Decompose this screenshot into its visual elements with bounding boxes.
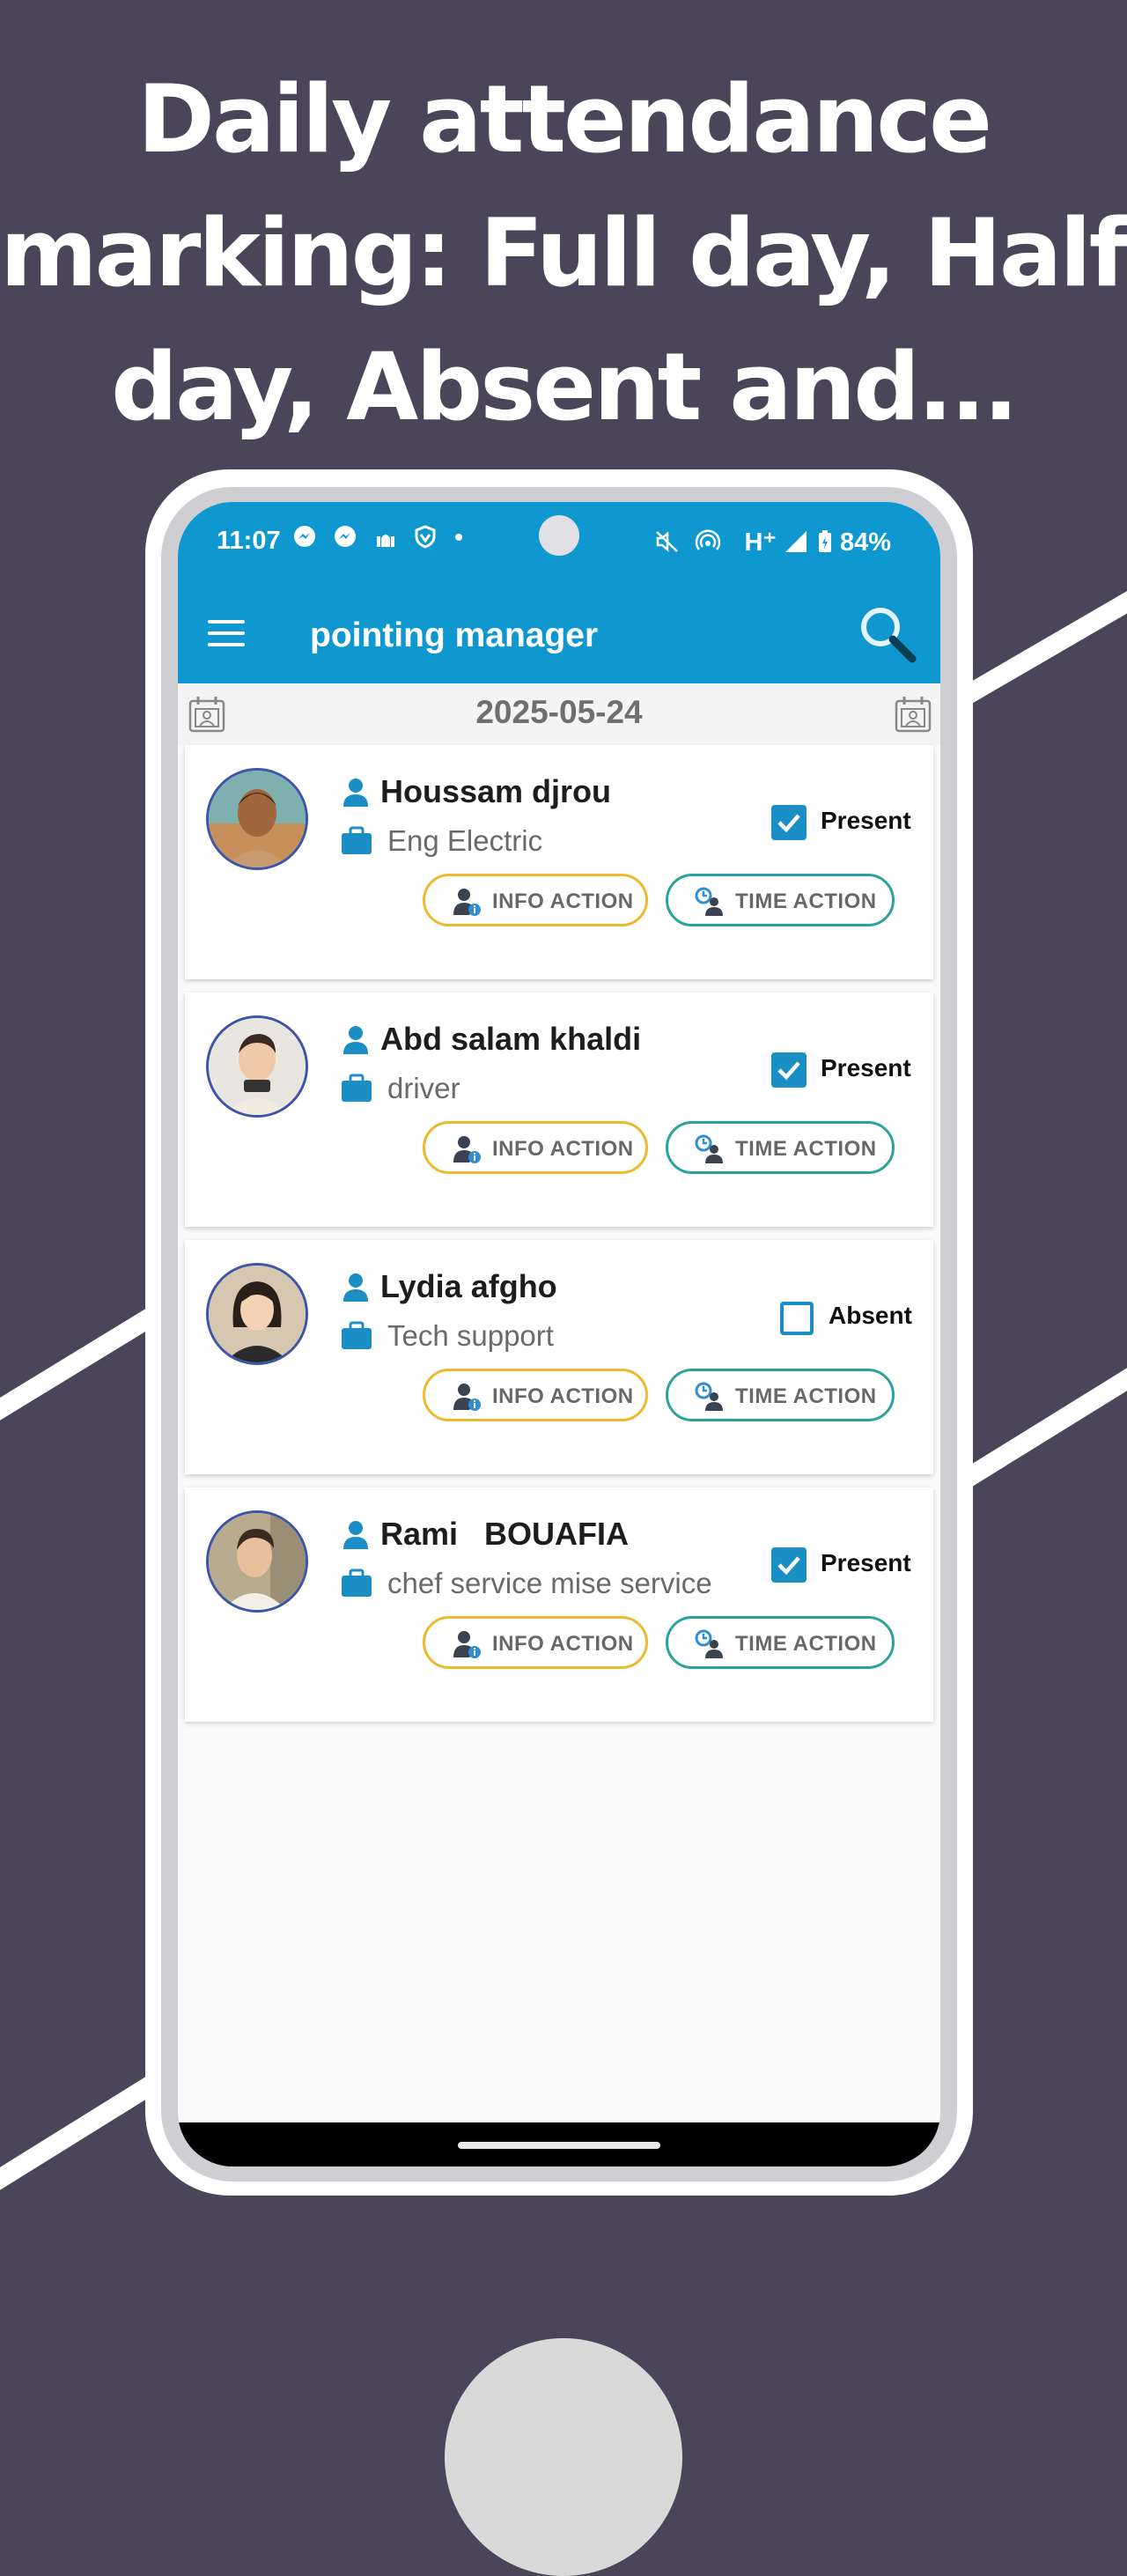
info-action-label: INFO ACTION xyxy=(492,1384,634,1408)
user-info-icon xyxy=(453,889,481,916)
messenger-icon xyxy=(334,526,356,547)
battery-level: 84% xyxy=(839,528,891,557)
employee-card[interactable]: Houssam djrou Eng Electric Present INFO … xyxy=(185,745,933,979)
briefcase-icon xyxy=(342,1568,372,1597)
user-info-icon xyxy=(453,1136,481,1163)
time-action-label: TIME ACTION xyxy=(735,1137,877,1161)
user-info-icon xyxy=(453,1631,481,1658)
network-type: H⁺ xyxy=(744,528,777,557)
employee-name: Houssam djrou xyxy=(380,773,612,809)
next-day-calendar-icon[interactable] xyxy=(893,694,933,734)
mosque-icon xyxy=(376,535,394,547)
info-action-label: INFO ACTION xyxy=(492,889,634,913)
employee-role: Tech support xyxy=(387,1319,554,1352)
employee-list: Houssam djrou Eng Electric Present INFO … xyxy=(185,745,933,1735)
time-action-button[interactable]: TIME ACTION xyxy=(666,1616,895,1669)
person-icon xyxy=(343,1521,368,1549)
person-icon xyxy=(343,1026,368,1054)
date-bar: 2025-05-24 xyxy=(178,683,940,745)
user-info-icon xyxy=(453,1384,481,1411)
time-action-button[interactable]: TIME ACTION xyxy=(666,1369,895,1421)
employee-role: Eng Electric xyxy=(387,824,543,857)
user-clock-icon xyxy=(695,1134,723,1163)
mute-icon xyxy=(656,531,679,552)
decorative-circle xyxy=(445,2338,682,2576)
time-action-label: TIME ACTION xyxy=(735,889,877,913)
info-action-button[interactable]: INFO ACTION xyxy=(423,1616,648,1669)
front-camera xyxy=(539,515,579,556)
user-clock-icon xyxy=(695,1382,723,1411)
home-gesture-handle[interactable] xyxy=(458,2142,660,2149)
signal-icon xyxy=(784,531,807,552)
attendance-status: Present xyxy=(821,807,911,834)
employee-name: Rami BOUAFIA xyxy=(380,1516,630,1552)
info-action-label: INFO ACTION xyxy=(492,1632,634,1656)
avatar xyxy=(206,1015,308,1118)
time-action-button[interactable]: TIME ACTION xyxy=(666,874,895,926)
employee-card[interactable]: Abd salam khaldi driver Present INFO ACT… xyxy=(185,993,933,1227)
hamburger-menu-icon[interactable] xyxy=(208,620,245,648)
app-title: pointing manager xyxy=(310,616,599,654)
attendance-status: Absent xyxy=(829,1302,912,1329)
app-bar: pointing manager xyxy=(178,581,940,683)
user-clock-icon xyxy=(695,887,723,916)
employee-role: driver xyxy=(387,1072,460,1104)
battery-icon xyxy=(818,530,831,552)
headline-line-2: marking: Full day, Half xyxy=(0,199,1127,307)
phone-screen: 11:07 H⁺ 84% pointing manager 2025-05-24… xyxy=(178,502,940,2166)
avatar xyxy=(206,1263,308,1365)
person-icon xyxy=(343,779,368,807)
dot-icon xyxy=(455,534,463,541)
user-clock-icon xyxy=(695,1629,723,1658)
avatar xyxy=(206,1510,308,1613)
employee-name: Abd salam khaldi xyxy=(380,1021,642,1057)
briefcase-icon xyxy=(342,826,372,854)
attendance-checkbox[interactable] xyxy=(780,1302,814,1335)
attendance-status: Present xyxy=(821,1054,911,1081)
headline-line-3: day, Absent and... xyxy=(111,333,1019,441)
info-action-button[interactable]: INFO ACTION xyxy=(423,1369,648,1421)
person-icon xyxy=(343,1273,368,1302)
system-status: H⁺ 84% xyxy=(654,527,891,557)
attendance-checkbox[interactable] xyxy=(771,1547,807,1583)
time-action-label: TIME ACTION xyxy=(735,1384,877,1408)
hotspot-icon xyxy=(696,529,721,550)
briefcase-icon xyxy=(342,1074,372,1102)
headline-line-1: Daily attendance xyxy=(136,65,992,173)
system-navigation-bar xyxy=(178,2122,940,2166)
messenger-icon xyxy=(294,526,315,547)
time-action-button[interactable]: TIME ACTION xyxy=(666,1121,895,1174)
avatar xyxy=(206,768,308,870)
info-action-label: INFO ACTION xyxy=(492,1137,634,1161)
info-action-button[interactable]: INFO ACTION xyxy=(423,874,648,926)
status-bar: 11:07 H⁺ 84% xyxy=(178,502,940,581)
selected-date[interactable]: 2025-05-24 xyxy=(178,694,940,731)
vpn-shield-icon xyxy=(415,525,436,549)
time-action-label: TIME ACTION xyxy=(735,1632,877,1656)
promo-headline: Daily attendance marking: Full day, Half… xyxy=(0,53,1127,454)
employee-name: Lydia afgho xyxy=(380,1268,557,1304)
employee-role: chef service mise service xyxy=(387,1567,712,1599)
attendance-status: Present xyxy=(821,1549,911,1576)
status-time: 11:07 xyxy=(217,527,281,555)
attendance-checkbox[interactable] xyxy=(771,805,807,840)
employee-card[interactable]: Lydia afgho Tech support Absent INFO ACT… xyxy=(185,1240,933,1474)
employee-card[interactable]: Rami BOUAFIA chef service mise service P… xyxy=(185,1487,933,1722)
system-icons xyxy=(654,528,735,557)
notification-icons xyxy=(292,523,464,551)
info-action-button[interactable]: INFO ACTION xyxy=(423,1121,648,1174)
briefcase-icon xyxy=(342,1321,372,1349)
attendance-checkbox[interactable] xyxy=(771,1052,807,1088)
search-icon[interactable] xyxy=(856,602,919,666)
